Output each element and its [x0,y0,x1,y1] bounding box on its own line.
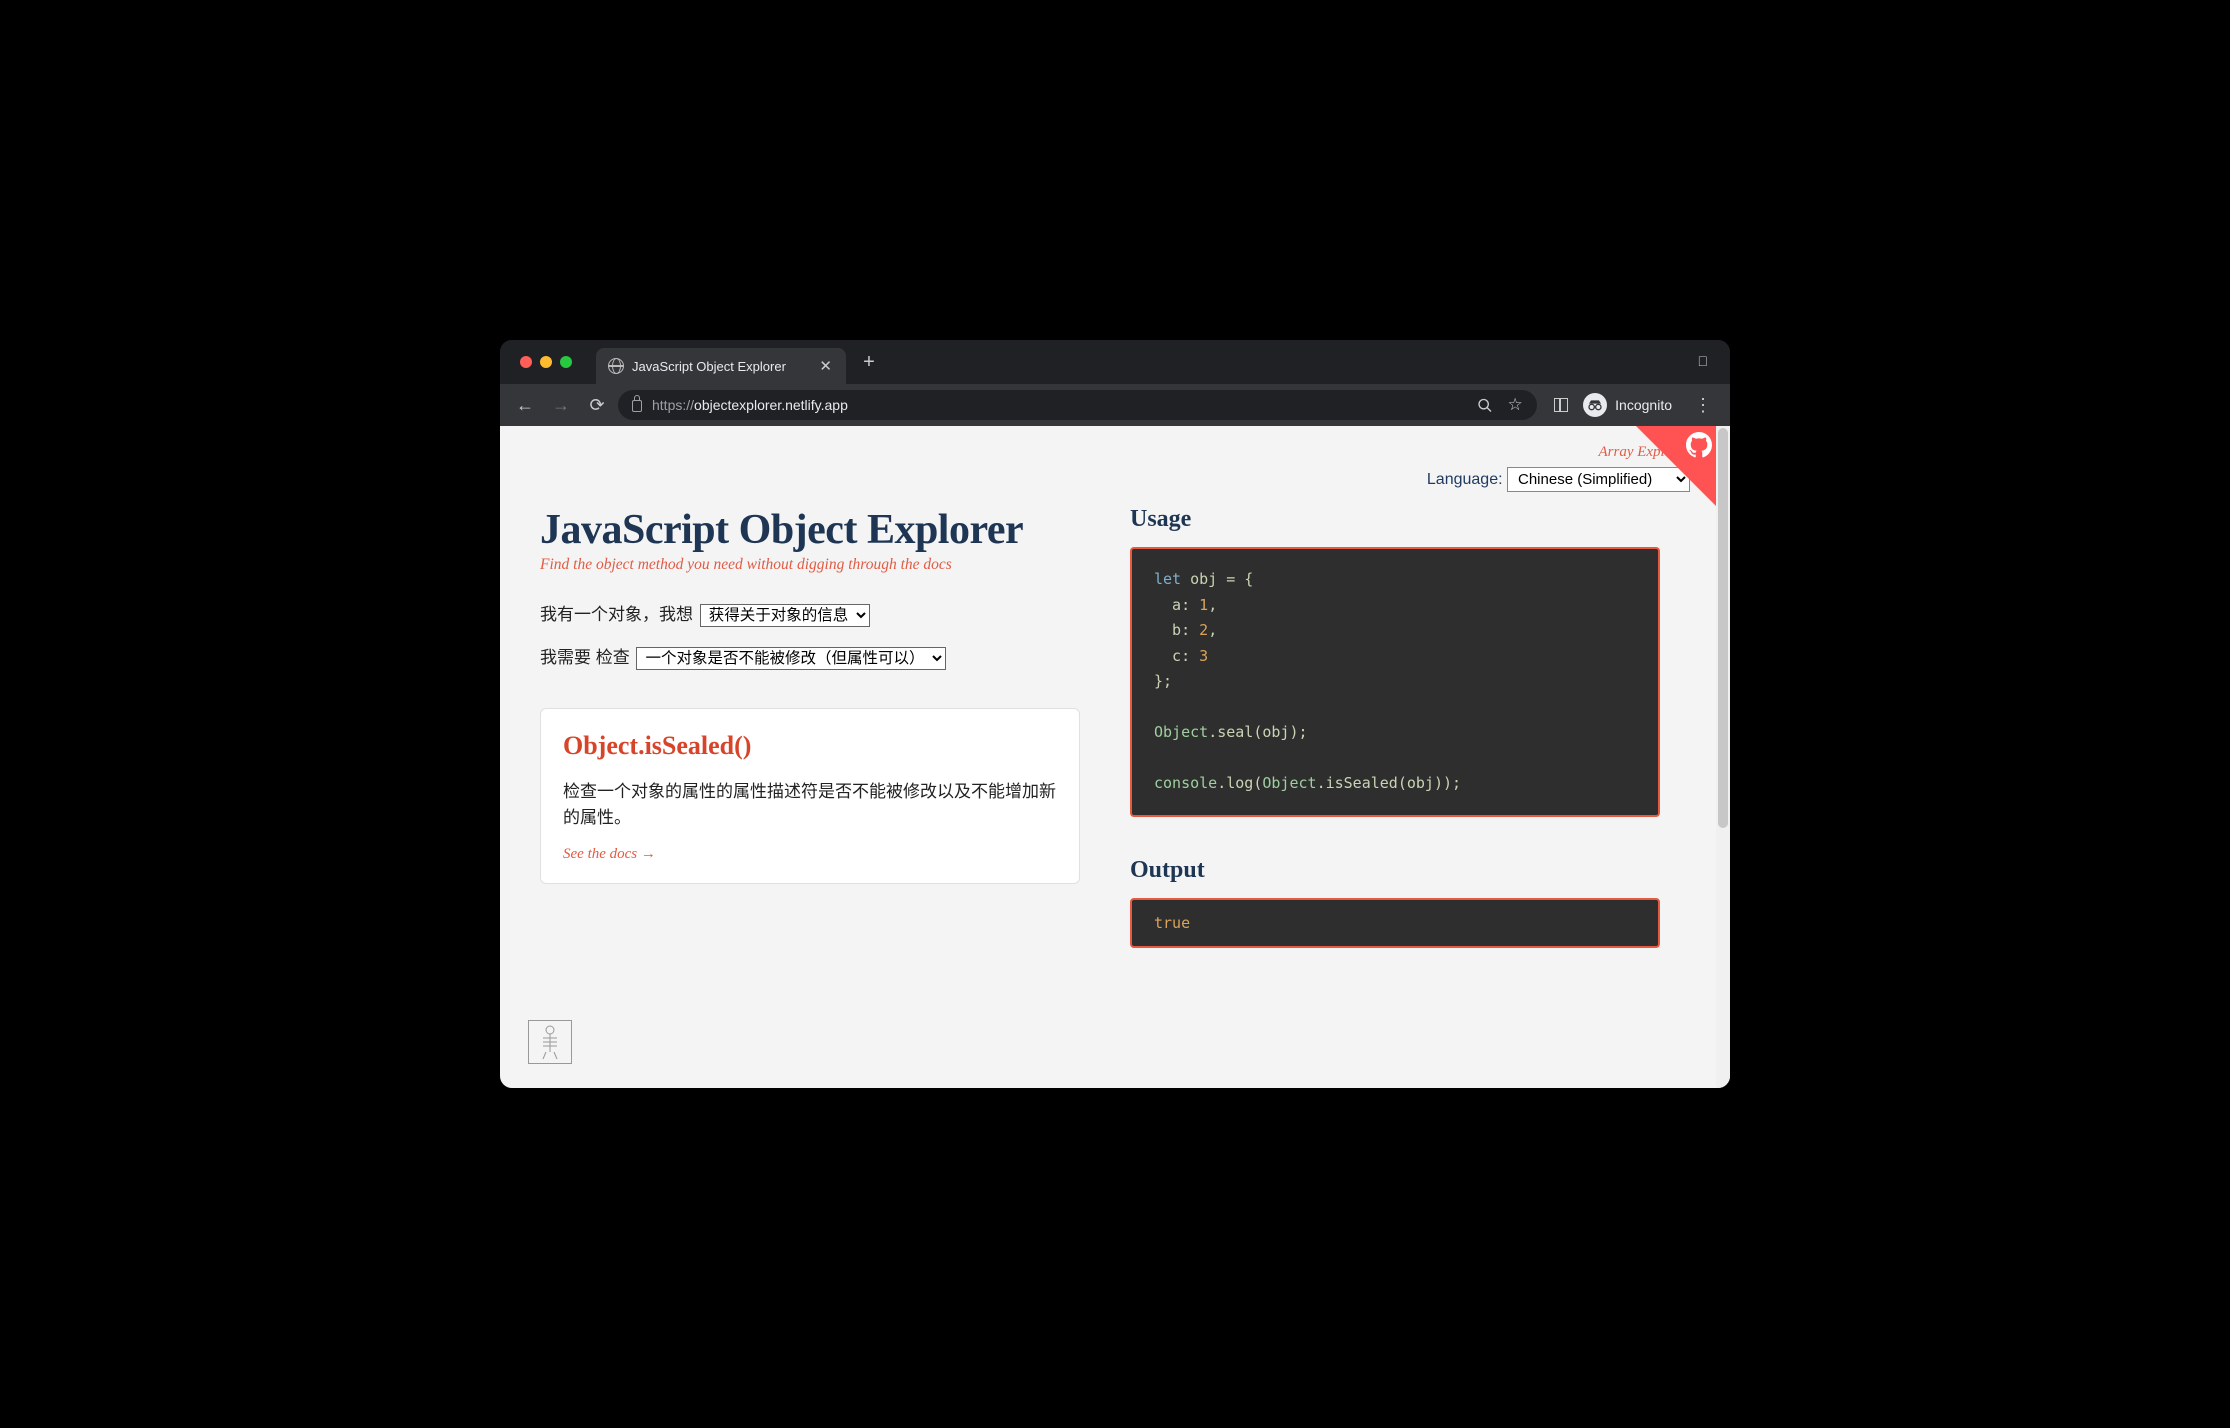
github-corner-ribbon[interactable] [1636,426,1716,506]
tab-close-button[interactable]: ✕ [817,357,834,375]
browser-menu-button[interactable]: ⋮ [1686,395,1720,416]
footer-logo[interactable] [528,1020,572,1064]
prompt-1-select[interactable]: 获得关于对象的信息 [700,604,870,627]
url-host: objectexplorer.netlify.app [694,397,848,413]
see-docs-link[interactable]: See the docs → [563,846,656,863]
prompt-2-prefix: 我需要 检查 [540,648,630,667]
browser-tab-active[interactable]: JavaScript Object Explorer ✕ [596,348,846,384]
scrollbar-thumb[interactable] [1718,428,1728,828]
nav-back-button[interactable]: ← [510,390,540,420]
globe-icon [608,358,624,374]
github-icon [1686,432,1712,458]
url-scheme: https:// [652,397,694,413]
tab-title: JavaScript Object Explorer [632,359,809,374]
zoom-icon[interactable] [1477,397,1493,413]
address-bar[interactable]: https://objectexplorer.netlify.app ☆ [618,390,1537,420]
incognito-indicator[interactable]: Incognito [1581,391,1680,419]
prompt-2-select[interactable]: 一个对象是否不能被修改（但属性可以） [636,647,946,670]
new-tab-button[interactable]: + [854,347,884,377]
url-text: https://objectexplorer.netlify.app [652,397,1467,413]
bookmark-star-icon[interactable]: ☆ [1507,397,1523,413]
lock-icon [632,400,642,412]
tabs-menu-button[interactable]: 􀆈 [1688,347,1719,375]
incognito-icon [1583,393,1607,417]
language-label: Language: [1427,471,1503,488]
window-close-button[interactable] [520,356,532,368]
incognito-label: Incognito [1615,397,1672,413]
skeleton-icon [535,1024,565,1060]
page-viewport: Array Explorer Language: Chinese (Simpli… [500,426,1730,1088]
window-zoom-button[interactable] [560,356,572,368]
side-panel-button[interactable] [1553,397,1569,413]
right-column: Usage let obj = { a: 1, b: 2, c: 3 }; Ob… [1130,506,1660,1058]
usage-heading: Usage [1130,506,1660,533]
tab-strip: JavaScript Object Explorer ✕ + 􀆈 [500,340,1730,384]
page-subtitle: Find the object method you need without … [540,556,1080,574]
usage-code-block[interactable]: let obj = { a: 1, b: 2, c: 3 }; Object.s… [1130,547,1660,817]
result-description: 检查一个对象的属性的属性描述符是否不能被修改以及不能增加新的属性。 [563,779,1057,832]
prompt-row-2: 我需要 检查 一个对象是否不能被修改（但属性可以） [540,643,1080,670]
prompt-row-1: 我有一个对象，我想 获得关于对象的信息 [540,600,1080,627]
result-method-name: Object.isSealed() [563,731,1057,761]
scrollbar-track[interactable] [1716,426,1730,1088]
output-block: true [1130,898,1660,948]
left-column: JavaScript Object Explorer Find the obje… [540,506,1080,1058]
prompt-1-prefix: 我有一个对象，我想 [540,605,693,624]
window-controls [520,356,572,368]
result-card: Object.isSealed() 检查一个对象的属性的属性描述符是否不能被修改… [540,708,1080,884]
nav-reload-button[interactable]: ⟳ [582,390,612,420]
browser-window: JavaScript Object Explorer ✕ + 􀆈 ← → ⟳ h… [500,340,1730,1088]
page-content: JavaScript Object Explorer Find the obje… [500,426,1700,1088]
page-title: JavaScript Object Explorer [540,506,1080,554]
window-minimize-button[interactable] [540,356,552,368]
nav-forward-button[interactable]: → [546,390,576,420]
output-heading: Output [1130,857,1660,884]
browser-toolbar: ← → ⟳ https://objectexplorer.netlify.app… [500,384,1730,426]
